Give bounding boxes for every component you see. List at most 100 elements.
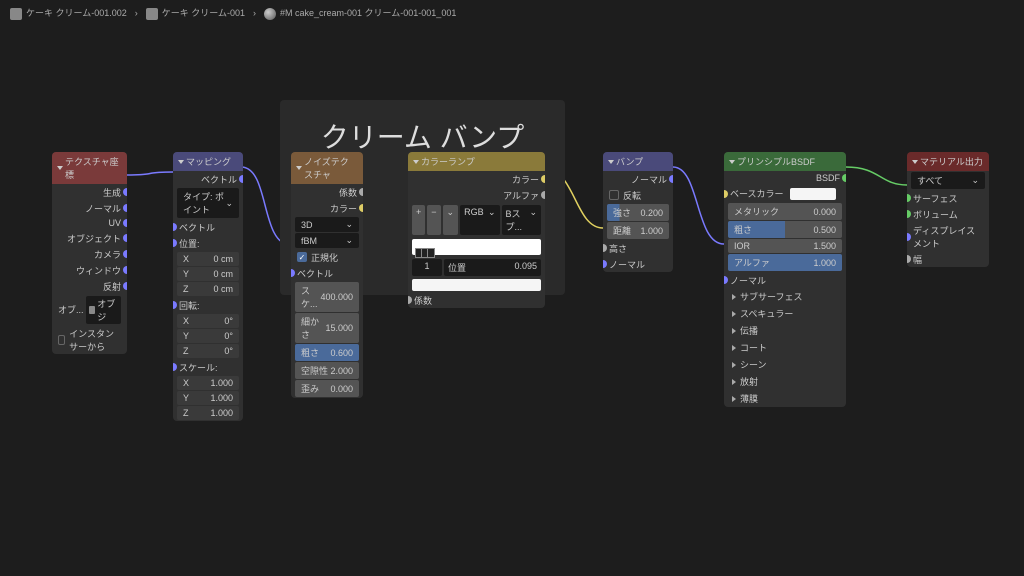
type-dropdown[interactable]: fBM⌄ bbox=[295, 233, 359, 248]
distance-slider[interactable]: 距離1.000 bbox=[607, 222, 669, 239]
scale-slider[interactable]: スケ...400.000 bbox=[295, 282, 359, 312]
sheen-expand[interactable]: シーン bbox=[724, 356, 846, 373]
chevron-right-icon bbox=[732, 379, 736, 385]
distortion-slider[interactable]: 歪み0.000 bbox=[295, 380, 359, 397]
normalize-checkbox[interactable]: 正規化 bbox=[291, 249, 363, 265]
position-slider[interactable]: 位置0.095 bbox=[444, 259, 541, 276]
input-normal: ノーマル bbox=[603, 256, 673, 272]
chevron-down-icon: ⌄ bbox=[345, 235, 353, 246]
node-header[interactable]: マテリアル出力 bbox=[907, 152, 989, 171]
add-stop-button[interactable]: + bbox=[412, 205, 425, 235]
scale-z[interactable]: Z1.000 bbox=[177, 406, 239, 420]
invert-checkbox[interactable]: 反転 bbox=[603, 187, 673, 203]
chevron-right-icon bbox=[732, 345, 736, 351]
detail-slider[interactable]: 細かさ15.000 bbox=[295, 313, 359, 343]
input-volume: ボリューム bbox=[907, 206, 989, 222]
remove-stop-button[interactable]: − bbox=[427, 205, 440, 235]
specular-expand[interactable]: スペキュラー bbox=[724, 305, 846, 322]
node-material-output[interactable]: マテリアル出力 すべて⌄ サーフェス ボリューム ディスプレイスメント 幅 bbox=[907, 152, 989, 267]
roughness-slider[interactable]: 粗さ0.500 bbox=[728, 221, 842, 238]
output-normal: ノーマル bbox=[603, 171, 673, 187]
node-header[interactable]: ノイズテクスチャ bbox=[291, 152, 363, 184]
node-mapping[interactable]: マッピング ベクトル タイプ: ポイント⌄ ベクトル 位置: X0 cm Y0 … bbox=[173, 152, 243, 421]
checkbox-icon bbox=[609, 190, 619, 200]
mode-dropdown[interactable]: RGB⌄ bbox=[460, 205, 499, 235]
location-z[interactable]: Z0 cm bbox=[177, 282, 239, 296]
chevron-right-icon: › bbox=[253, 8, 256, 18]
node-header[interactable]: バンプ bbox=[603, 152, 673, 171]
chevron-right-icon bbox=[732, 396, 736, 402]
node-principled-bsdf[interactable]: プリンシプルBSDF BSDF ベースカラー メタリック0.000 粗さ0.50… bbox=[724, 152, 846, 407]
coat-expand[interactable]: コート bbox=[724, 339, 846, 356]
node-color-ramp[interactable]: カラーランプ カラー アルファ + − ⌄ RGB⌄ Bスプ...⌄ 1 位置0… bbox=[408, 152, 545, 308]
output-vector: ベクトル bbox=[173, 171, 243, 187]
output-color: カラー bbox=[408, 171, 545, 187]
bc-item-1: ケーキ クリーム-001.002 bbox=[26, 8, 127, 18]
input-vector: ベクトル bbox=[291, 265, 363, 281]
stop-color-swatch[interactable] bbox=[412, 279, 541, 291]
node-header[interactable]: テクスチャ座標 bbox=[52, 152, 127, 184]
material-icon bbox=[146, 8, 158, 20]
roughness-slider[interactable]: 粗さ0.600 bbox=[295, 344, 359, 361]
input-fac: 係数 bbox=[408, 292, 545, 308]
ramp-stop[interactable] bbox=[427, 248, 435, 258]
instancer-checkbox[interactable]: インスタンサーから bbox=[52, 325, 127, 354]
rotation-y[interactable]: Y0° bbox=[177, 329, 239, 343]
base-color-swatch[interactable] bbox=[790, 188, 836, 200]
breadcrumb: ケーキ クリーム-001.002 › ケーキ クリーム-001 › #M cak… bbox=[0, 0, 1024, 26]
node-bump[interactable]: バンプ ノーマル 反転 強さ0.200 距離1.000 高さ ノーマル bbox=[603, 152, 673, 272]
chevron-down-icon: ⌄ bbox=[225, 198, 233, 209]
menu-button[interactable]: ⌄ bbox=[443, 205, 459, 235]
shader-icon bbox=[264, 8, 276, 20]
output-bsdf: BSDF bbox=[724, 171, 846, 185]
chevron-down-icon: ⌄ bbox=[345, 219, 353, 230]
node-header[interactable]: プリンシプルBSDF bbox=[724, 152, 846, 171]
checkbox-icon bbox=[297, 252, 307, 262]
location-x[interactable]: X0 cm bbox=[177, 252, 239, 266]
rotation-z[interactable]: Z0° bbox=[177, 344, 239, 358]
alpha-slider[interactable]: アルファ1.000 bbox=[728, 254, 842, 271]
emission-expand[interactable]: 放射 bbox=[724, 373, 846, 390]
chevron-down-icon bbox=[57, 166, 63, 170]
base-color-row: ベースカラー bbox=[724, 185, 846, 202]
node-noise-texture[interactable]: ノイズテクスチャ 係数 カラー 3D⌄ fBM⌄ 正規化 ベクトル スケ...4… bbox=[291, 152, 363, 398]
ior-slider[interactable]: IOR1.500 bbox=[728, 239, 842, 253]
subsurface-expand[interactable]: サブサーフェス bbox=[724, 288, 846, 305]
thin-expand[interactable]: 薄膜 bbox=[724, 390, 846, 407]
output-generated: 生成 bbox=[52, 184, 127, 200]
chevron-down-icon bbox=[729, 160, 735, 164]
node-header[interactable]: マッピング bbox=[173, 152, 243, 171]
output-normal: ノーマル bbox=[52, 200, 127, 216]
output-alpha: アルファ bbox=[408, 187, 545, 203]
chevron-right-icon bbox=[732, 328, 736, 334]
scale-x[interactable]: X1.000 bbox=[177, 376, 239, 390]
input-displacement: ディスプレイスメント bbox=[907, 222, 989, 251]
dimensions-dropdown[interactable]: 3D⌄ bbox=[295, 217, 359, 232]
node-header[interactable]: カラーランプ bbox=[408, 152, 545, 171]
strength-slider[interactable]: 強さ0.200 bbox=[607, 204, 669, 221]
transmission-expand[interactable]: 伝播 bbox=[724, 322, 846, 339]
stop-index[interactable]: 1 bbox=[412, 259, 442, 276]
target-dropdown[interactable]: すべて⌄ bbox=[911, 172, 985, 189]
output-window: ウィンドウ bbox=[52, 262, 127, 278]
lacunarity-slider[interactable]: 空隙性2.000 bbox=[295, 362, 359, 379]
bc-item-2: ケーキ クリーム-001 bbox=[162, 8, 245, 18]
interpolation-dropdown[interactable]: Bスプ...⌄ bbox=[502, 205, 541, 235]
type-dropdown[interactable]: タイプ: ポイント⌄ bbox=[177, 188, 239, 218]
rotation-x[interactable]: X0° bbox=[177, 314, 239, 328]
chevron-right-icon bbox=[732, 294, 736, 300]
output-reflection: 反射 bbox=[52, 278, 127, 294]
output-fac: 係数 bbox=[291, 184, 363, 200]
chevron-down-icon bbox=[413, 160, 419, 164]
input-thickness: 幅 bbox=[907, 251, 989, 267]
metallic-slider[interactable]: メタリック0.000 bbox=[728, 203, 842, 220]
chevron-right-icon bbox=[732, 362, 736, 368]
location-y[interactable]: Y0 cm bbox=[177, 267, 239, 281]
chevron-right-icon bbox=[732, 311, 736, 317]
scale-y[interactable]: Y1.000 bbox=[177, 391, 239, 405]
object-picker[interactable]: オブジ bbox=[86, 296, 121, 324]
node-texture-coordinate[interactable]: テクスチャ座標 生成 ノーマル UV オブジェクト カメラ ウィンドウ 反射 オ… bbox=[52, 152, 127, 354]
color-ramp-gradient[interactable] bbox=[412, 239, 541, 255]
object-icon bbox=[89, 306, 95, 314]
chevron-down-icon bbox=[608, 160, 614, 164]
